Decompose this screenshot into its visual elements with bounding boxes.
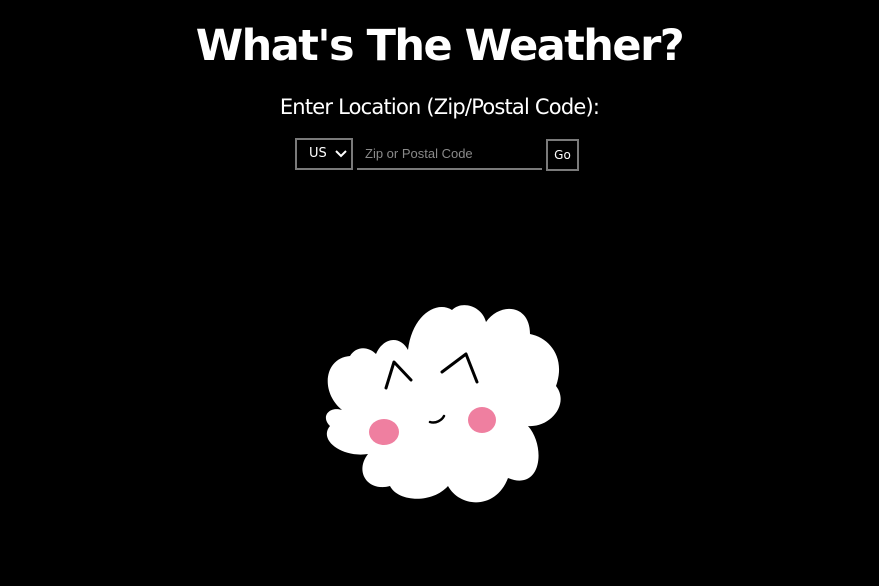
location-prompt: Enter Location (Zip/Postal Code): <box>279 95 600 119</box>
weather-page: What's The Weather? Enter Location (Zip/… <box>0 0 879 586</box>
go-button[interactable]: Go <box>546 139 579 171</box>
page-title: What's The Weather? <box>195 21 685 71</box>
cloud-cat-mascot-icon <box>325 305 561 503</box>
chevron-down-icon <box>335 150 347 158</box>
country-select-value: US <box>309 146 327 161</box>
location-form: US Go <box>295 138 585 171</box>
zip-postal-input[interactable] <box>357 138 542 170</box>
country-select[interactable]: US <box>295 138 353 170</box>
